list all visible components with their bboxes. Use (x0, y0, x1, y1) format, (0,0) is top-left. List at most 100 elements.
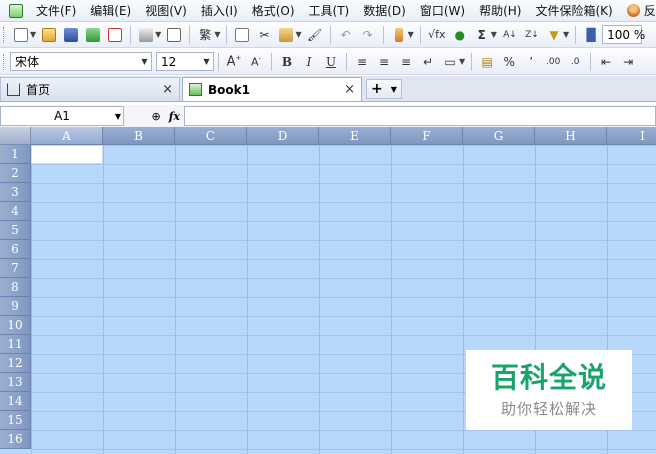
autosum-button[interactable]: Σ (472, 25, 492, 45)
italic-button[interactable]: I (299, 52, 319, 72)
menu-tools[interactable]: 工具(T) (302, 0, 357, 21)
chevron-down-icon[interactable]: ▼ (295, 30, 301, 39)
undo-button[interactable]: ↶ (336, 25, 356, 45)
send-button[interactable] (83, 25, 103, 45)
chevron-down-icon[interactable]: ▼ (408, 30, 414, 39)
toolbar-grip[interactable] (3, 53, 6, 70)
tab-home[interactable]: 首页 × (0, 77, 180, 101)
row-header-2[interactable]: 2 (0, 164, 31, 183)
traditional-chinese-button[interactable]: 繁 (195, 25, 215, 45)
row-header-16[interactable]: 16 (0, 430, 31, 449)
new-document-button[interactable] (11, 25, 31, 45)
decrease-indent-button[interactable]: ⇤ (596, 52, 616, 72)
tab-book1[interactable]: Book1 × (182, 77, 362, 101)
row-column-button[interactable] (389, 25, 409, 45)
wrap-text-button[interactable]: ↵ (418, 52, 438, 72)
chevron-down-icon[interactable]: ▼ (214, 30, 220, 39)
menu-edit[interactable]: 编辑(E) (83, 0, 138, 21)
increase-indent-button[interactable]: ⇥ (618, 52, 638, 72)
chevron-down-icon[interactable]: ▼ (391, 85, 397, 94)
app-logo-icon[interactable] (9, 3, 23, 18)
row-header-14[interactable]: 14 (0, 392, 31, 411)
insert-function-icon[interactable]: fx (169, 110, 180, 123)
toolbar-grip[interactable] (3, 26, 6, 43)
row-header-6[interactable]: 6 (0, 240, 31, 259)
select-all-corner[interactable] (0, 127, 31, 145)
row-header-13[interactable]: 13 (0, 373, 31, 392)
menu-file[interactable]: 文件(F) (29, 0, 83, 21)
currency-button[interactable]: ▤ (477, 52, 497, 72)
menu-file-safe[interactable]: 文件保险箱(K) (528, 0, 619, 21)
column-header-f[interactable]: F (391, 127, 463, 145)
percent-button[interactable]: % (499, 52, 519, 72)
close-icon[interactable]: × (162, 82, 173, 97)
row-header-15[interactable]: 15 (0, 411, 31, 430)
close-icon[interactable]: × (344, 82, 355, 97)
align-right-button[interactable]: ≡ (396, 52, 416, 72)
column-header-e[interactable]: E (319, 127, 391, 145)
name-box[interactable]: A1 ▼ (0, 106, 124, 126)
chevron-down-icon[interactable]: ▼ (115, 112, 121, 121)
increase-font-button[interactable]: A+ (224, 52, 244, 72)
comma-style-button[interactable]: ’ (521, 52, 541, 72)
row-header-5[interactable]: 5 (0, 221, 31, 240)
sort-ascending-button[interactable]: A↓ (500, 25, 520, 45)
column-header-g[interactable]: G (463, 127, 535, 145)
row-header-10[interactable]: 10 (0, 316, 31, 335)
chevron-down-icon[interactable]: ▼ (459, 57, 465, 66)
merge-center-button[interactable]: ▭ (440, 52, 460, 72)
chevron-down-icon[interactable]: ▼ (138, 53, 151, 70)
row-header-7[interactable]: 7 (0, 259, 31, 278)
print-button[interactable] (136, 25, 156, 45)
save-button[interactable] (61, 25, 81, 45)
align-left-button[interactable]: ≡ (352, 52, 372, 72)
row-header-4[interactable]: 4 (0, 202, 31, 221)
zoom-formula-icon[interactable]: ⊕ (151, 110, 160, 123)
chevron-down-icon[interactable]: ▼ (563, 30, 569, 39)
bold-button[interactable]: B (277, 52, 297, 72)
menu-window[interactable]: 窗口(W) (413, 0, 472, 21)
hyperlink-button[interactable]: ● (450, 25, 470, 45)
align-center-button[interactable]: ≡ (374, 52, 394, 72)
column-header-c[interactable]: C (175, 127, 247, 145)
font-name-combo[interactable]: 宋体 ▼ (10, 52, 152, 71)
chevron-down-icon[interactable]: ▼ (491, 30, 497, 39)
paste-button[interactable] (276, 25, 296, 45)
active-cell-a1[interactable] (31, 145, 103, 164)
sort-descending-button[interactable]: Z↓ (522, 25, 542, 45)
column-header-i[interactable]: I (607, 127, 656, 145)
column-header-h[interactable]: H (535, 127, 607, 145)
filter-button[interactable]: ▼ (544, 25, 564, 45)
column-header-b[interactable]: B (103, 127, 175, 145)
formula-input[interactable] (184, 106, 656, 126)
row-header-12[interactable]: 12 (0, 354, 31, 373)
copy-button[interactable] (232, 25, 252, 45)
column-header-d[interactable]: D (247, 127, 319, 145)
column-header-a[interactable]: A (31, 127, 103, 145)
increase-decimal-button[interactable]: .00 (543, 52, 563, 72)
insert-function-button[interactable]: √fx (426, 25, 448, 45)
menu-help[interactable]: 帮助(H) (472, 0, 528, 21)
chevron-down-icon[interactable]: ▼ (155, 30, 161, 39)
menu-data[interactable]: 数据(D) (356, 0, 413, 21)
decrease-font-button[interactable]: A- (246, 52, 266, 72)
zoom-combo[interactable]: 100 % (602, 25, 645, 44)
menu-insert[interactable]: 插入(I) (194, 0, 245, 21)
row-header-9[interactable]: 9 (0, 297, 31, 316)
row-header-3[interactable]: 3 (0, 183, 31, 202)
font-size-combo[interactable]: 12 ▼ (156, 52, 214, 71)
row-header-1[interactable]: 1 (0, 145, 31, 164)
redo-button[interactable]: ↷ (358, 25, 378, 45)
row-header-8[interactable]: 8 (0, 278, 31, 297)
menu-format[interactable]: 格式(O) (245, 0, 302, 21)
underline-button[interactable]: U (321, 52, 341, 72)
print-preview-button[interactable] (164, 25, 184, 45)
menu-feedback[interactable]: 反 (620, 0, 656, 21)
open-button[interactable] (39, 25, 59, 45)
format-painter-button[interactable]: 🖌 (305, 25, 325, 45)
menu-view[interactable]: 视图(V) (138, 0, 194, 21)
new-tab-button[interactable]: + ▼ (366, 79, 402, 99)
export-pdf-button[interactable] (105, 25, 125, 45)
decrease-decimal-button[interactable]: .0 (565, 52, 585, 72)
chart-button[interactable]: ▐▌ (581, 25, 601, 45)
